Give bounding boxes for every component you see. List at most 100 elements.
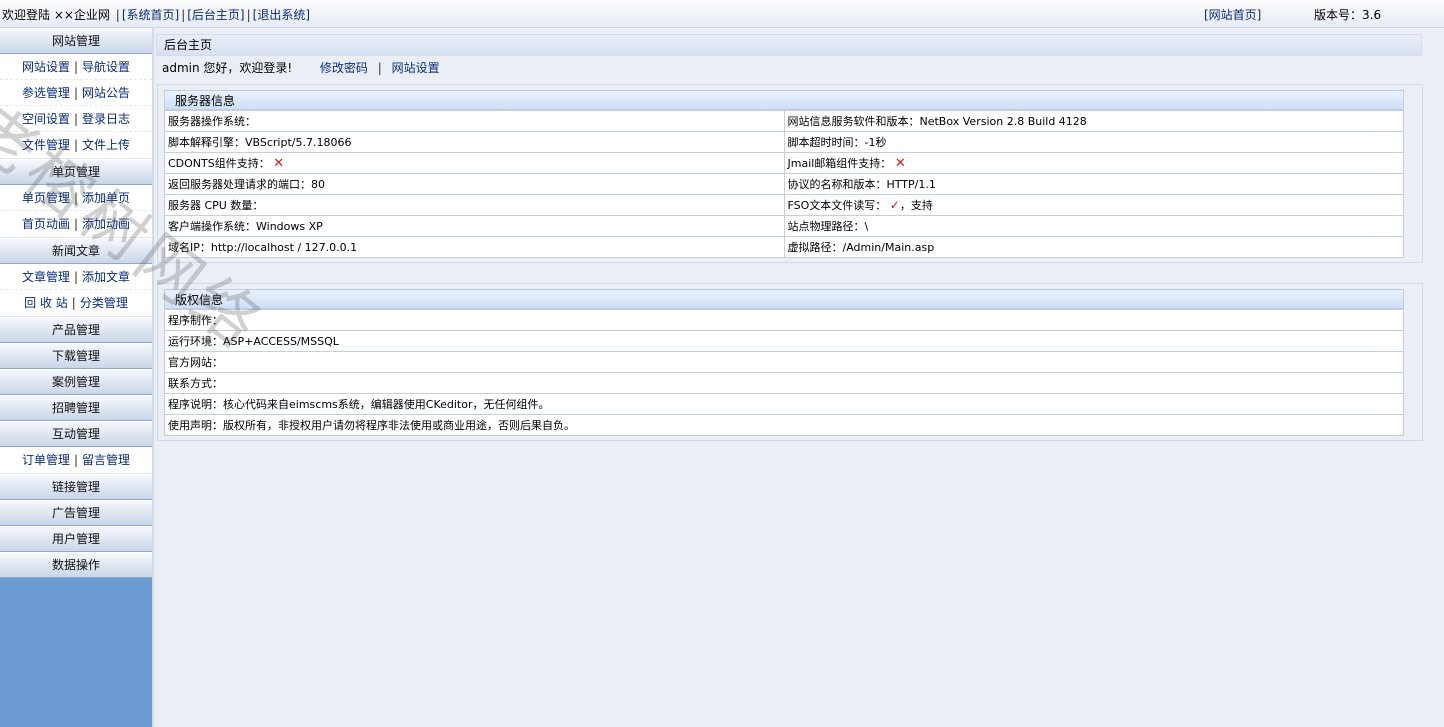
sidebar-item[interactable]: 登录日志 — [82, 112, 130, 126]
program-author: 程序制作： — [164, 309, 1404, 331]
table-row: 服务器操作系统： 网站信息服务软件和版本：NetBox Version 2.8 … — [164, 110, 1404, 132]
sidebar-item[interactable]: 网站设置 — [22, 60, 70, 74]
separator: | — [73, 217, 79, 231]
web-server-software: 网站信息服务软件和版本：NetBox Version 2.8 Build 412… — [783, 110, 1404, 132]
cpu-count: 服务器 CPU 数量： — [164, 194, 785, 216]
sidebar-section-6[interactable]: 招聘管理 — [0, 395, 152, 421]
sidebar-item[interactable]: 文章管理 — [22, 270, 70, 284]
admin-greeting: admin 您好，欢迎登录! — [162, 61, 293, 75]
separator: | — [73, 138, 79, 152]
sidebar-item[interactable]: 分类管理 — [80, 296, 128, 310]
welcome-text: 欢迎登陆 ××企业网 — [2, 8, 110, 22]
table-row: 程序制作： — [164, 309, 1404, 331]
contact-info: 联系方式： — [164, 372, 1404, 394]
sidebar-item[interactable]: 单页管理 — [22, 191, 70, 205]
system-home-link[interactable]: [系统首页] — [122, 8, 179, 22]
version-label: 版本号：3.6 — [1314, 8, 1382, 22]
server-port: 返回服务器处理请求的端口：80 — [164, 173, 785, 195]
site-settings-link[interactable]: 网站设置 — [392, 61, 440, 75]
sidebar-row: 网站设置 | 导航设置 — [0, 54, 152, 80]
table-row: CDONTS组件支持： ✕ Jmail邮箱组件支持： ✕ — [164, 152, 1404, 174]
sidebar-item[interactable]: 订单管理 — [22, 453, 70, 467]
sidebar-item[interactable]: 文件管理 — [22, 138, 70, 152]
sidebar-section-4[interactable]: 下载管理 — [0, 343, 152, 369]
jmail-support: Jmail邮箱组件支持： ✕ — [783, 152, 1404, 174]
sidebar-section-1[interactable]: 单页管理 — [0, 159, 152, 185]
sidebar-section-2[interactable]: 新闻文章 — [0, 238, 152, 264]
sidebar-item[interactable]: 文件上传 — [82, 138, 130, 152]
fso-support-text: ，支持 — [899, 199, 933, 212]
sidebar-row: 首页动画 | 添加动画 — [0, 211, 152, 237]
top-bar: 欢迎登陆 ××企业网 | [系统首页] | [后台主页] | [退出系统] [网站首页] … — [0, 0, 1444, 28]
table-row: 程序说明：核心代码来自eimscms系统，编辑器使用CKeditor，无任何组件… — [164, 393, 1404, 415]
sidebar-menu: 网站管理 网站设置 | 导航设置 参选管理 | 网站公告 空间设置 | 登录日志 文件管理 | 文件上传… — [0, 28, 152, 578]
cross-icon: ✕ — [273, 156, 285, 171]
sidebar-item[interactable]: 参选管理 — [22, 86, 70, 100]
server-info-table: 服务器操作系统： 网站信息服务软件和版本：NetBox Version 2.8 … — [164, 110, 1404, 258]
sidebar-section-9[interactable]: 广告管理 — [0, 500, 152, 526]
table-row: 返回服务器处理请求的端口：80 协议的名称和版本：HTTP/1.1 — [164, 173, 1404, 195]
program-description: 程序说明：核心代码来自eimscms系统，编辑器使用CKeditor，无任何组件… — [164, 393, 1404, 415]
official-site: 官方网站： — [164, 351, 1404, 373]
sidebar-section-8[interactable]: 链接管理 — [0, 474, 152, 500]
cdonts-label: CDONTS组件支持： — [168, 157, 270, 170]
sidebar-item[interactable]: 留言管理 — [82, 453, 130, 467]
breadcrumb: 后台主页 — [156, 34, 1422, 56]
copyright-panel: 版权信息 程序制作： 运行环境：ASP+ACCESS/MSSQL 官方网站： 联… — [157, 283, 1423, 441]
sidebar-section-5[interactable]: 案例管理 — [0, 369, 152, 395]
fso-label: FSO文本文件读写： — [787, 199, 887, 212]
table-row: 官方网站： — [164, 351, 1404, 373]
physical-path: 站点物理路径：\ — [783, 215, 1404, 237]
sidebar-row: 参选管理 | 网站公告 — [0, 80, 152, 106]
runtime-environment: 运行环境：ASP+ACCESS/MSSQL — [164, 330, 1404, 352]
cdonts-support: CDONTS组件支持： ✕ — [164, 152, 785, 174]
sidebar-row: 订单管理 | 留言管理 — [0, 447, 152, 473]
check-icon: ✓ — [889, 198, 900, 212]
server-os: 服务器操作系统： — [164, 110, 785, 132]
logout-link[interactable]: [退出系统] — [253, 8, 310, 22]
jmail-label: Jmail邮箱组件支持： — [787, 157, 892, 170]
sidebar: 网站管理 网站设置 | 导航设置 参选管理 | 网站公告 空间设置 | 登录日志 文件管理 | 文件上传… — [0, 28, 154, 727]
server-info-title: 服务器信息 — [164, 90, 1404, 110]
sidebar-section-11[interactable]: 数据操作 — [0, 552, 152, 578]
sidebar-item[interactable]: 添加单页 — [82, 191, 130, 205]
sidebar-item[interactable]: 回 收 站 — [24, 296, 68, 310]
virtual-path: 虚拟路径：/Admin/Main.asp — [783, 236, 1404, 258]
script-timeout: 脚本超时时间：-1秒 — [783, 131, 1404, 153]
table-row: 联系方式： — [164, 372, 1404, 394]
sidebar-item[interactable]: 导航设置 — [82, 60, 130, 74]
admin-home-link[interactable]: [后台主页] — [187, 8, 244, 22]
separator: | — [73, 112, 79, 126]
sidebar-section-10[interactable]: 用户管理 — [0, 526, 152, 552]
separator: | — [73, 453, 79, 467]
sidebar-submenu: 网站设置 | 导航设置 参选管理 | 网站公告 空间设置 | 登录日志 文件管理 | 文件上传 — [0, 54, 152, 159]
usage-statement: 使用声明：版权所有，非授权用户请勿将程序非法使用或商业用途，否则后果自负。 — [164, 414, 1404, 436]
copyright-title: 版权信息 — [164, 289, 1404, 309]
sidebar-row: 空间设置 | 登录日志 — [0, 106, 152, 132]
sidebar-submenu: 单页管理 | 添加单页 首页动画 | 添加动画 — [0, 185, 152, 238]
fso-support: FSO文本文件读写： ✓，支持 — [783, 194, 1404, 216]
sidebar-item[interactable]: 网站公告 — [82, 86, 130, 100]
sidebar-section-0[interactable]: 网站管理 — [0, 28, 152, 54]
table-row: 脚本解释引擎：VBScript/5.7.18066 脚本超时时间：-1秒 — [164, 131, 1404, 153]
sidebar-section-3[interactable]: 产品管理 — [0, 317, 152, 343]
top-welcome: 欢迎登陆 ××企业网 | [系统首页] | [后台主页] | [退出系统] — [2, 8, 311, 22]
sidebar-row: 文章管理 | 添加文章 — [0, 264, 152, 290]
sidebar-item[interactable]: 添加动画 — [82, 217, 130, 231]
site-home-link[interactable]: [网站首页] — [1204, 8, 1261, 22]
table-row: 服务器 CPU 数量： FSO文本文件读写： ✓，支持 — [164, 194, 1404, 216]
change-password-link[interactable]: 修改密码 — [320, 61, 368, 75]
welcome-line: admin 您好，欢迎登录! 修改密码 | 网站设置 — [162, 61, 440, 75]
separator: | — [73, 191, 79, 205]
sidebar-item[interactable]: 空间设置 — [22, 112, 70, 126]
cross-icon: ✕ — [894, 156, 906, 171]
script-engine: 脚本解释引擎：VBScript/5.7.18066 — [164, 131, 785, 153]
sidebar-section-7[interactable]: 互动管理 — [0, 421, 152, 447]
sidebar-item[interactable]: 首页动画 — [22, 217, 70, 231]
sidebar-row: 文件管理 | 文件上传 — [0, 132, 152, 158]
sidebar-row: 回 收 站 | 分类管理 — [0, 290, 152, 316]
sidebar-submenu: 文章管理 | 添加文章回 收 站 | 分类管理 — [0, 264, 152, 317]
protocol-version: 协议的名称和版本：HTTP/1.1 — [783, 173, 1404, 195]
sidebar-item[interactable]: 添加文章 — [82, 270, 130, 284]
sidebar-row: 单页管理 | 添加单页 — [0, 185, 152, 211]
